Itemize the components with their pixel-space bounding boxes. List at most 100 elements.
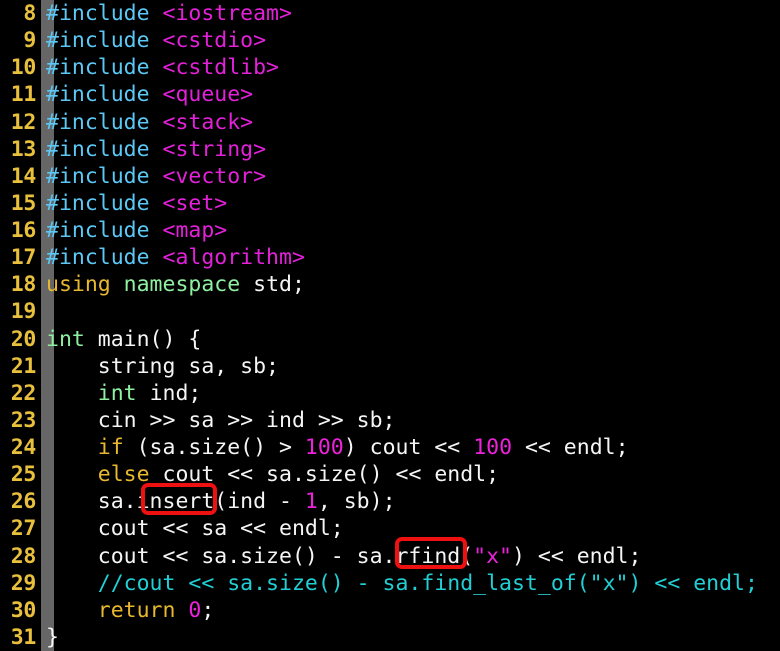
code-line[interactable]: 12 #include <stack> bbox=[0, 109, 780, 136]
line-number: 9 bbox=[23, 28, 36, 54]
code-token: std; bbox=[253, 272, 305, 298]
line-number: 20 bbox=[10, 326, 37, 352]
code-token: #include bbox=[46, 82, 163, 108]
line-number: 26 bbox=[10, 489, 37, 515]
code-text[interactable]: #include <algorithm> bbox=[46, 244, 305, 271]
code-token: <cstdlib> bbox=[162, 55, 280, 81]
code-line[interactable]: 16 #include <map> bbox=[0, 217, 780, 244]
code-token: "x" bbox=[473, 543, 512, 569]
code-line[interactable]: 20 int main() { bbox=[0, 326, 780, 353]
code-line[interactable]: 14 #include <vector> bbox=[0, 163, 780, 190]
code-token: <string> bbox=[162, 136, 267, 162]
line-number: 11 bbox=[10, 82, 37, 108]
code-line[interactable]: 28 cout << sa.size() - sa.rfind("x") << … bbox=[0, 543, 780, 570]
code-line[interactable]: 19 bbox=[0, 298, 780, 325]
code-line[interactable]: 31} bbox=[0, 624, 780, 651]
code-token: #include bbox=[46, 109, 163, 135]
code-token: <map> bbox=[162, 218, 228, 243]
code-token: #include bbox=[46, 55, 163, 81]
line-number: 18 bbox=[10, 272, 37, 298]
line-number: 23 bbox=[10, 407, 37, 433]
code-token: #include bbox=[46, 28, 163, 54]
code-line[interactable]: 27 cout << sa << endl; bbox=[0, 515, 780, 542]
line-number: 28 bbox=[10, 543, 37, 569]
code-line[interactable]: 17 #include <algorithm> bbox=[0, 244, 780, 271]
code-token: , sb); bbox=[317, 489, 396, 515]
code-line-list: 8 #include <iostream> 9 #include <cstdio> 10… bbox=[0, 0, 780, 651]
code-token: namespace bbox=[123, 272, 254, 298]
code-line[interactable]: 10 #include <cstdlib> bbox=[0, 54, 780, 81]
line-number: 22 bbox=[10, 380, 37, 406]
code-token: cout << sa.size() << endl; bbox=[149, 462, 500, 488]
code-line[interactable]: 13 #include <string> bbox=[0, 136, 780, 163]
code-token: } bbox=[46, 624, 59, 650]
code-token: #include bbox=[46, 245, 163, 271]
line-number: 29 bbox=[10, 570, 37, 596]
code-text[interactable]: #include <stack> bbox=[46, 109, 253, 136]
code-text[interactable]: #include <vector> bbox=[46, 163, 266, 190]
code-text[interactable]: cin >> sa >> ind >> sb; bbox=[46, 407, 396, 434]
code-editor[interactable]: 8 #include <iostream> 9 #include <cstdio> 10… bbox=[0, 0, 780, 651]
code-text[interactable]: #include <string> bbox=[46, 136, 266, 163]
code-text[interactable]: return 0; bbox=[46, 597, 215, 624]
line-number: 15 bbox=[10, 190, 37, 216]
code-token: ) cout << bbox=[343, 435, 474, 460]
code-text[interactable]: #include <cstdio> bbox=[46, 27, 266, 54]
code-line[interactable]: 23 cin >> sa >> ind >> sb; bbox=[0, 407, 780, 434]
code-text[interactable]: else cout << sa.size() << endl; bbox=[46, 461, 499, 488]
code-token: sa.insert(ind - bbox=[46, 489, 305, 515]
line-number: 14 bbox=[10, 163, 37, 189]
code-text[interactable]: } bbox=[46, 624, 59, 651]
code-line[interactable]: 30 return 0; bbox=[0, 597, 780, 624]
code-text[interactable]: cout << sa.size() - sa.rfind("x") << end… bbox=[46, 543, 642, 570]
code-token: 0 bbox=[188, 597, 202, 623]
code-line[interactable]: 21 string sa, sb; bbox=[0, 353, 780, 380]
code-line[interactable]: 9 #include <cstdio> bbox=[0, 27, 780, 54]
code-text[interactable]: int main() { bbox=[46, 326, 201, 353]
code-text[interactable]: if (sa.size() > 100) cout << 100 << endl… bbox=[46, 434, 629, 461]
code-text[interactable]: using namespace std; bbox=[46, 271, 305, 298]
code-token: <cstdio> bbox=[162, 28, 267, 54]
code-token: using bbox=[46, 272, 124, 298]
code-text[interactable]: cout << sa << endl; bbox=[46, 515, 344, 542]
line-number: 13 bbox=[10, 136, 37, 162]
code-line[interactable]: 26 sa.insert(ind - 1, sb); bbox=[0, 488, 780, 515]
code-token: 100 bbox=[473, 435, 513, 460]
line-number: 25 bbox=[10, 462, 37, 488]
code-text[interactable]: #include <cstdlib> bbox=[46, 54, 279, 81]
code-token: (sa.size() > bbox=[123, 435, 305, 460]
code-text[interactable]: #include <queue> bbox=[46, 81, 253, 108]
code-line[interactable]: 25 else cout << sa.size() << endl; bbox=[0, 461, 780, 488]
code-text[interactable]: sa.insert(ind - 1, sb); bbox=[46, 488, 396, 515]
code-token: <stack> bbox=[162, 109, 254, 135]
line-number: 8 bbox=[23, 1, 36, 26]
code-token: int bbox=[46, 326, 98, 352]
code-line[interactable]: 8 #include <iostream> bbox=[0, 0, 780, 27]
line-number: 12 bbox=[10, 109, 37, 135]
code-token: #include bbox=[46, 190, 163, 216]
line-number: 30 bbox=[10, 597, 37, 623]
code-text[interactable]: #include <iostream> bbox=[46, 0, 292, 27]
code-text[interactable]: #include <set> bbox=[46, 190, 227, 217]
code-text[interactable]: int ind; bbox=[46, 380, 202, 407]
code-line[interactable]: 15 #include <set> bbox=[0, 190, 780, 217]
code-token: ; bbox=[201, 597, 215, 623]
line-number: 21 bbox=[10, 353, 37, 379]
code-token: ) << endl; bbox=[512, 543, 642, 569]
code-text[interactable]: string sa, sb; bbox=[46, 353, 279, 380]
code-text[interactable]: //cout << sa.size() - sa.find_last_of("x… bbox=[46, 570, 758, 597]
code-token: else bbox=[97, 462, 150, 488]
code-text[interactable]: #include <map> bbox=[46, 217, 227, 244]
code-line[interactable]: 18 using namespace std; bbox=[0, 271, 780, 298]
code-token: 100 bbox=[304, 435, 344, 460]
code-line[interactable]: 22 int ind; bbox=[0, 380, 780, 407]
code-token: #include bbox=[46, 1, 163, 26]
code-token: cout << sa.size() - sa.rfind( bbox=[46, 543, 474, 569]
code-line[interactable]: 29 //cout << sa.size() - sa.find_last_of… bbox=[0, 570, 780, 597]
code-line[interactable]: 24 if (sa.size() > 100) cout << 100 << e… bbox=[0, 434, 780, 461]
code-token: 1 bbox=[304, 489, 318, 515]
code-line[interactable]: 11 #include <queue> bbox=[0, 81, 780, 108]
code-token: if bbox=[97, 435, 124, 460]
